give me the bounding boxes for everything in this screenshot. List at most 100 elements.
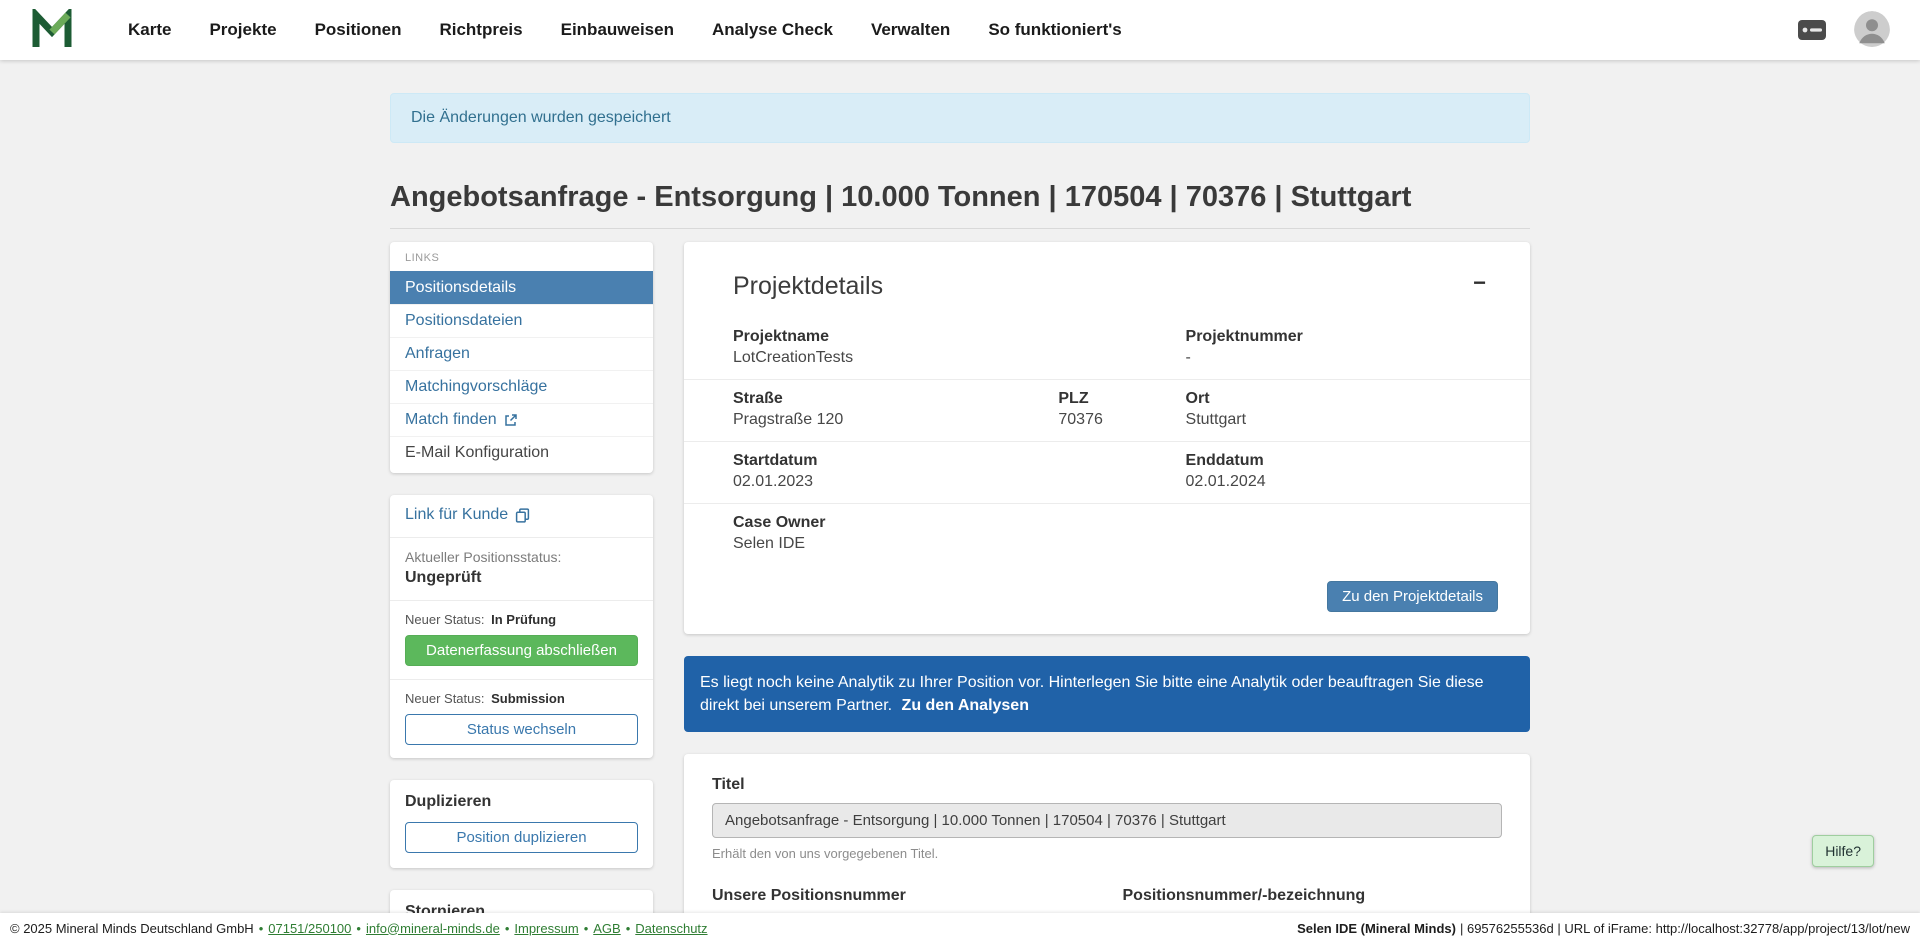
duplicate-position-button[interactable]: Position duplizieren [405, 822, 638, 853]
title-input [712, 803, 1502, 838]
links-header: LINKS [390, 242, 653, 271]
sidebar-item-positionsdetails[interactable]: Positionsdetails [390, 271, 653, 304]
title-field-label: Titel [712, 776, 1502, 794]
success-alert: Die Änderungen wurden gespeichert [390, 93, 1530, 143]
separator-dot: • [356, 921, 361, 936]
ort-value: Stuttgart [1186, 411, 1481, 429]
next-status-section-2: Neuer Status: Submission Status wechseln [390, 679, 653, 758]
custom-number-label: Positionsnummer/-bezeichnung [1123, 887, 1503, 905]
agb-link[interactable]: AGB [593, 921, 620, 936]
sidebar-item-matchingvorschlaege[interactable]: Matchingvorschläge [390, 370, 653, 403]
nav-so-funktionierts[interactable]: So funktioniert's [988, 20, 1121, 40]
top-navbar: Karte Projekte Positionen Richtpreis Ein… [0, 0, 1920, 60]
title-help-text: Erhält den von uns vorgegebenen Titel. [712, 846, 1502, 861]
nav-einbauweisen[interactable]: Einbauweisen [561, 20, 674, 40]
projektnummer-value: - [1186, 349, 1481, 367]
nav-positionen[interactable]: Positionen [315, 20, 402, 40]
customer-link-label: Link für Kunde [405, 506, 508, 524]
separator-dot: • [505, 921, 510, 936]
person-icon [1854, 11, 1890, 47]
next-status-label: Neuer Status: [405, 691, 485, 706]
strasse-label: Straße [733, 390, 1058, 408]
footer-left: © 2025 Mineral Minds Deutschland GmbH • … [10, 921, 708, 936]
page-title: Angebotsanfrage - Entsorgung | 10.000 To… [390, 181, 1530, 229]
next-status-value: Submission [491, 691, 565, 706]
finish-data-entry-button[interactable]: Datenerfassung abschließen [405, 635, 638, 666]
separator-dot: • [259, 921, 264, 936]
project-row-owner: Case Owner Selen IDE [684, 504, 1530, 565]
nav-verwalten[interactable]: Verwalten [871, 20, 950, 40]
project-row-address: Straße Pragstraße 120 PLZ 70376 Ort Stut… [684, 380, 1530, 442]
current-status-label: Aktueller Positionsstatus: [405, 549, 638, 565]
main-content: Die Änderungen wurden gespeichert Angebo… [0, 93, 1920, 943]
mineral-minds-logo-icon [30, 9, 74, 51]
sidebar-item-email-konfiguration[interactable]: E-Mail Konfiguration [390, 436, 653, 469]
projektnummer-label: Projektnummer [1186, 328, 1481, 346]
project-row-dates: Startdatum 02.01.2023 Enddatum 02.01.202… [684, 442, 1530, 504]
device-icon[interactable] [1796, 18, 1828, 42]
enddatum-label: Enddatum [1186, 452, 1481, 470]
footer: © 2025 Mineral Minds Deutschland GmbH • … [0, 913, 1920, 943]
alert-text: Die Änderungen wurden gespeichert [411, 109, 671, 126]
copy-icon [515, 508, 530, 523]
footer-user-text: Selen IDE (Mineral Minds) [1297, 921, 1456, 936]
external-link-icon [504, 413, 518, 427]
sidebar-item-label: Match finden [405, 411, 497, 429]
startdatum-label: Startdatum [733, 452, 1186, 470]
phone-link[interactable]: 07151/250100 [268, 921, 351, 936]
app-logo[interactable] [30, 7, 76, 53]
separator-dot: • [626, 921, 631, 936]
footer-right: Selen IDE (Mineral Minds) | 69576255536d… [1297, 921, 1910, 936]
analytics-text: Es liegt noch keine Analytik zu Ihrer Po… [700, 674, 1484, 714]
next-status-line-1: Neuer Status: In Prüfung [405, 612, 638, 627]
nav-projekte[interactable]: Projekte [209, 20, 276, 40]
to-project-details-button[interactable]: Zu den Projektdetails [1327, 581, 1498, 612]
current-status-section: Aktueller Positionsstatus: Ungeprüft [390, 537, 653, 600]
sidebar: LINKS Positionsdetails Positionsdateien … [390, 242, 653, 943]
nav-karte[interactable]: Karte [128, 20, 171, 40]
projektname-label: Projektname [733, 328, 1186, 346]
next-status-line-2: Neuer Status: Submission [405, 691, 638, 706]
duplicate-card: Duplizieren Position duplizieren [390, 780, 653, 868]
project-details-card: Projektdetails − Projektname LotCreation… [684, 242, 1530, 634]
email-link[interactable]: info@mineral-minds.de [366, 921, 500, 936]
nav-analyse-check[interactable]: Analyse Check [712, 20, 833, 40]
next-status-section-1: Neuer Status: In Prüfung Datenerfassung … [390, 600, 653, 679]
plz-label: PLZ [1058, 390, 1185, 408]
case-owner-value: Selen IDE [733, 535, 1481, 553]
content-column: Projektdetails − Projektname LotCreation… [684, 242, 1530, 943]
copyright-text: © 2025 Mineral Minds Deutschland GmbH [10, 921, 254, 936]
sidebar-links-card: LINKS Positionsdetails Positionsdateien … [390, 242, 653, 473]
main-nav: Karte Projekte Positionen Richtpreis Ein… [128, 20, 1796, 40]
collapse-icon[interactable]: − [1473, 272, 1486, 294]
analytics-banner: Es liegt noch keine Analytik zu Ihrer Po… [684, 656, 1530, 732]
our-number-label: Unsere Positionsnummer [712, 887, 1092, 905]
ort-label: Ort [1186, 390, 1481, 408]
next-status-label: Neuer Status: [405, 612, 485, 627]
next-status-value: In Prüfung [491, 612, 556, 627]
customer-link[interactable]: Link für Kunde [405, 506, 530, 524]
strasse-value: Pragstraße 120 [733, 411, 1058, 429]
help-button[interactable]: Hilfe? [1812, 835, 1874, 867]
duplicate-title: Duplizieren [405, 793, 638, 811]
impressum-link[interactable]: Impressum [514, 921, 578, 936]
project-details-title: Projektdetails [733, 272, 883, 301]
sidebar-item-match-finden[interactable]: Match finden [390, 403, 653, 436]
startdatum-value: 02.01.2023 [733, 473, 1186, 491]
project-row-name: Projektname LotCreationTests Projektnumm… [684, 318, 1530, 380]
plz-value: 70376 [1058, 411, 1185, 429]
customer-link-section: Link für Kunde [390, 495, 653, 537]
switch-status-button[interactable]: Status wechseln [405, 714, 638, 745]
datenschutz-link[interactable]: Datenschutz [635, 921, 707, 936]
sidebar-item-positionsdateien[interactable]: Positionsdateien [390, 304, 653, 337]
projektname-value: LotCreationTests [733, 349, 1186, 367]
sidebar-item-anfragen[interactable]: Anfragen [390, 337, 653, 370]
footer-session-text: | 69576255536d | URL of iFrame: http://l… [1460, 921, 1910, 936]
user-avatar[interactable] [1854, 11, 1890, 50]
to-analyses-link[interactable]: Zu den Analysen [902, 697, 1029, 714]
status-card: Link für Kunde Aktueller Positionsstatus… [390, 495, 653, 758]
enddatum-value: 02.01.2024 [1186, 473, 1481, 491]
nav-richtpreis[interactable]: Richtpreis [439, 20, 522, 40]
case-owner-label: Case Owner [733, 514, 1481, 532]
separator-dot: • [584, 921, 589, 936]
